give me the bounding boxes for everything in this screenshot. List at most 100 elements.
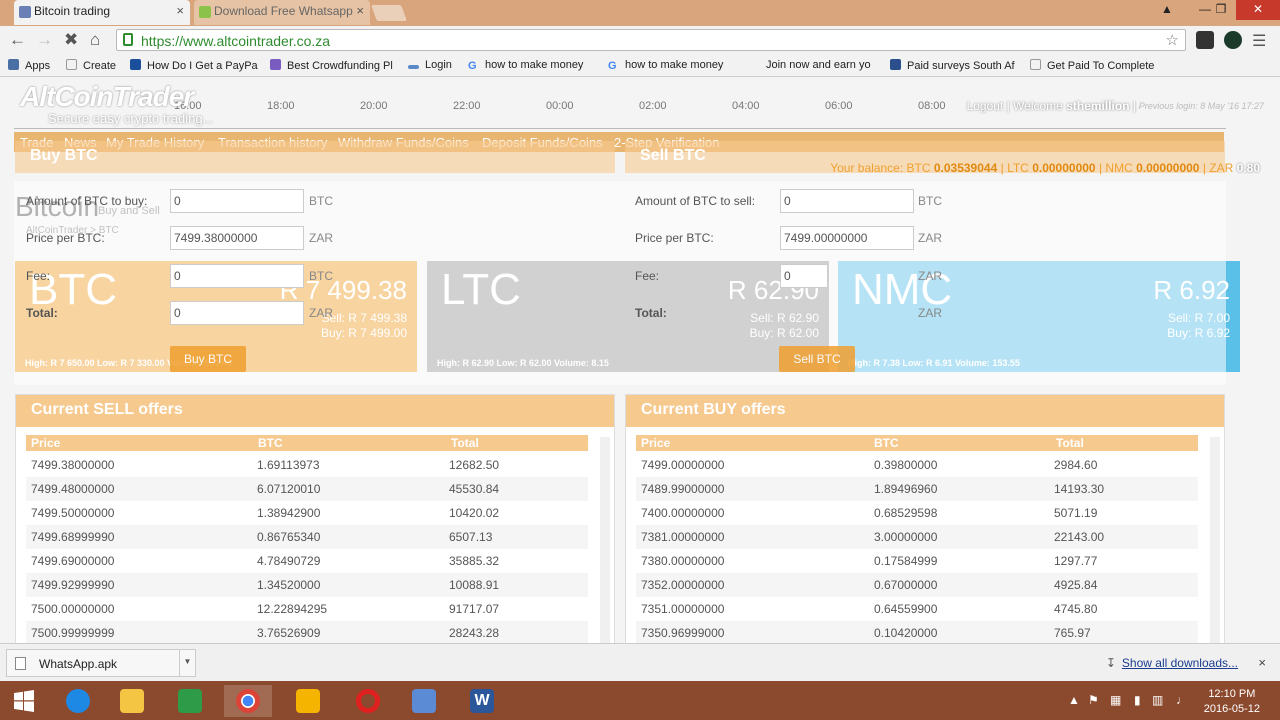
forward-icon[interactable]: → — [36, 30, 53, 50]
bookmark-login[interactable]: Login — [408, 59, 452, 71]
survey-icon — [890, 59, 901, 70]
buy-amount-input[interactable] — [170, 189, 304, 213]
offer-price: 7489.99000000 — [641, 482, 725, 496]
taskbar-bing[interactable] — [284, 685, 332, 717]
extension-camera-icon[interactable] — [1196, 31, 1214, 49]
table-row[interactable]: 7499.38000000 1.69113973 12682.50 — [26, 453, 588, 477]
bookmark-crowdfunding[interactable]: Best Crowdfunding Pl — [270, 59, 393, 72]
table-row[interactable]: 7489.99000000 1.89496960 14193.30 — [636, 477, 1198, 501]
word-icon: W — [470, 689, 494, 713]
col-total[interactable]: Total — [451, 436, 479, 450]
bookmark-get-paid[interactable]: Get Paid To Complete — [1030, 59, 1154, 72]
maximize-icon[interactable]: ❐ — [1206, 0, 1236, 20]
browser-titlebar: Bitcoin trading × Download Free Whatsapp… — [0, 0, 1280, 26]
profile-icon[interactable]: ▲ — [1152, 0, 1182, 20]
tray-flag-icon[interactable]: ⚑ — [1088, 693, 1099, 707]
start-button[interactable] — [0, 685, 48, 717]
offer-price: 7499.92999990 — [31, 578, 115, 592]
bookmark-paid-surveys[interactable]: Paid surveys South Af — [890, 59, 1015, 72]
table-row[interactable]: 7499.50000000 1.38942900 10420.02 — [26, 501, 588, 525]
taskbar-chrome[interactable] — [224, 685, 272, 717]
tray-signal-icon[interactable]: ▥ — [1152, 693, 1163, 707]
taskbar-opera[interactable] — [344, 685, 392, 717]
tile-sell: Sell: R 7 499.38 — [321, 311, 407, 325]
tray-battery-icon[interactable]: ▮ — [1134, 693, 1141, 707]
col-total[interactable]: Total — [1056, 436, 1084, 450]
extension-globe-icon[interactable] — [1224, 31, 1242, 49]
tab-close-icon[interactable]: × — [176, 3, 184, 18]
home-icon[interactable]: ⌂ — [90, 30, 100, 50]
bookmark-star-icon[interactable]: ☆ — [1166, 31, 1179, 49]
buy-fee-input[interactable] — [170, 264, 304, 288]
ltc-ticker-tile[interactable]: LTC R 62.90 Sell: R 62.90 Buy: R 62.00 H… — [427, 261, 829, 372]
sell-price-input[interactable] — [780, 226, 914, 250]
table-row[interactable]: 7400.00000000 0.68529598 5071.19 — [636, 501, 1198, 525]
buy-total-input[interactable] — [170, 301, 304, 325]
logout-link[interactable]: Logout | Welcome — [967, 99, 1063, 113]
table-row[interactable]: 7499.48000000 6.07120010 45530.84 — [26, 477, 588, 501]
offer-btc: 0.17584999 — [874, 554, 938, 568]
system-clock[interactable]: 12:10 PM 2016-05-12 — [1204, 687, 1260, 717]
table-row[interactable]: 7381.00000000 3.00000000 22143.00 — [636, 525, 1198, 549]
sell-btc-button[interactable]: Sell BTC — [779, 346, 855, 372]
download-menu-icon[interactable]: ▼ — [179, 650, 195, 676]
bookmark-create[interactable]: Create — [66, 59, 116, 72]
table-row[interactable]: 7499.00000000 0.39800000 2984.60 — [636, 453, 1198, 477]
download-item[interactable]: WhatsApp.apk ▼ — [6, 649, 196, 677]
window-close-icon[interactable]: ✕ — [1236, 0, 1280, 20]
table-row[interactable]: 7350.96999000 0.10420000 765.97 — [636, 621, 1198, 643]
taskbar-ie[interactable] — [54, 685, 102, 717]
table-row[interactable]: 7500.99999999 3.76526909 28243.28 — [26, 621, 588, 643]
stop-icon[interactable]: ✖ — [64, 30, 78, 50]
taskbar-file-explorer[interactable] — [108, 685, 156, 717]
buy-price-input[interactable] — [170, 226, 304, 250]
bookmark-paypal[interactable]: How Do I Get a PayPa — [130, 59, 258, 72]
tab-close-icon[interactable]: × — [356, 3, 364, 18]
col-btc[interactable]: BTC — [874, 436, 899, 450]
sell-amount-input[interactable] — [780, 189, 914, 213]
user-bar: Logout | Welcome sthemillion | — [967, 99, 1136, 113]
table-row[interactable]: 7380.00000000 0.17584999 1297.77 — [636, 549, 1198, 573]
col-btc[interactable]: BTC — [258, 436, 283, 450]
downloads-close-icon[interactable]: × — [1258, 655, 1266, 670]
taskbar-excel[interactable] — [166, 685, 214, 717]
sell-offers-header: Price BTC Total — [26, 435, 588, 451]
bookmark-make-money-1[interactable]: Ghow to make money — [468, 59, 583, 72]
offer-price: 7499.68999990 — [31, 530, 115, 544]
table-row[interactable]: 7352.00000000 0.67000000 4925.84 — [636, 573, 1198, 597]
table-row[interactable]: 7351.00000000 0.64559900 4745.80 — [636, 597, 1198, 621]
table-row[interactable]: 7499.69000000 4.78490729 35885.32 — [26, 549, 588, 573]
bookmark-join-now[interactable]: Join now and earn yo — [766, 59, 871, 71]
buy-btc-button[interactable]: Buy BTC — [170, 346, 246, 372]
tray-volume-icon[interactable]: ♩ — [1176, 693, 1188, 707]
new-tab-button[interactable] — [371, 5, 407, 21]
offer-price: 7380.00000000 — [641, 554, 725, 568]
buy-price-label: Price per BTC: — [26, 231, 105, 245]
taskbar-word[interactable]: W — [458, 685, 506, 717]
chrome-menu-icon[interactable]: ☰ — [1252, 31, 1270, 50]
address-bar[interactable]: https://www.altcointrader.co.za ☆ — [116, 29, 1186, 51]
tile-stats: High: R 7.38 Low: R 6.91 Volume: 153.55 — [848, 358, 1020, 368]
bookmark-make-money-2[interactable]: Ghow to make money — [608, 59, 723, 72]
offer-btc: 1.69113973 — [257, 458, 320, 472]
col-price[interactable]: Price — [641, 436, 670, 450]
site-logo[interactable]: AltCoinTrader — [20, 81, 194, 113]
sell-fee-input[interactable] — [780, 264, 828, 288]
tray-expand-icon[interactable]: ▲ — [1068, 693, 1080, 707]
offer-btc: 6.07120010 — [257, 482, 321, 496]
back-icon[interactable]: ← — [9, 30, 26, 50]
col-price[interactable]: Price — [31, 436, 60, 450]
tab-bitcoin-trading[interactable]: Bitcoin trading × — [14, 0, 190, 25]
table-row[interactable]: 7499.68999990 0.86765340 6507.13 — [26, 525, 588, 549]
offer-total: 4925.84 — [1054, 578, 1098, 592]
table-row[interactable]: 7500.00000000 12.22894295 91717.07 — [26, 597, 588, 621]
sell-offers-scrollbar[interactable] — [600, 437, 610, 643]
taskbar-network[interactable] — [400, 685, 448, 717]
buy-offers-scrollbar[interactable] — [1210, 437, 1220, 643]
bookmark-apps[interactable]: Apps — [8, 59, 50, 72]
nmc-ticker-tile[interactable]: NMC R 6.92 Sell: R 7.00 Buy: R 6.92 High… — [838, 261, 1240, 372]
tray-network-icon[interactable]: ▦ — [1110, 693, 1121, 707]
show-all-downloads-link[interactable]: ↧ Show all downloads... — [1106, 656, 1238, 670]
tab-whatsapp-download[interactable]: Download Free Whatsapp × — [194, 0, 370, 25]
table-row[interactable]: 7499.92999990 1.34520000 10088.91 — [26, 573, 588, 597]
